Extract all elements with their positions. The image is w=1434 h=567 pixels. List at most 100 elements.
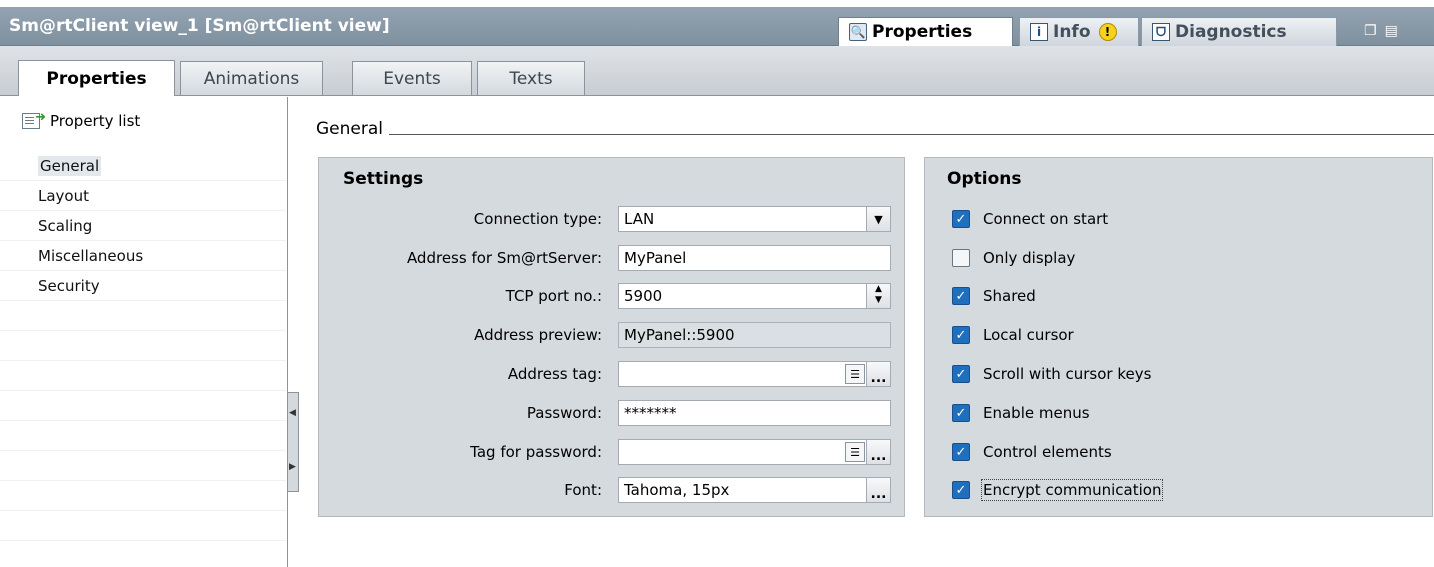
subtab-texts-label: Texts (509, 68, 553, 89)
nav-empty-row (0, 331, 286, 361)
checkbox-checked-icon[interactable]: ✓ (952, 287, 970, 305)
nav-item-miscellaneous[interactable]: Miscellaneous (0, 241, 286, 271)
checkbox-checked-icon[interactable]: ✓ (952, 443, 970, 461)
password-input[interactable]: ******* (618, 400, 891, 426)
nav-item-general[interactable]: General (0, 151, 286, 181)
section-title: General (316, 119, 383, 139)
checkbox-unchecked-icon[interactable] (952, 249, 970, 267)
section-header: General (316, 117, 1434, 139)
option-label: Only display (983, 249, 1076, 267)
subtab-texts[interactable]: Texts (477, 61, 585, 95)
inspector-titlebar: Sm@rtClient view_1 [Sm@rtClient view] 🔍 … (0, 7, 1434, 46)
font-field[interactable]: Tahoma, 15px ... (618, 477, 891, 503)
options-group: Options ✓ Connect on start Only display … (924, 157, 1433, 517)
tag-password-input[interactable]: ☰ ... (618, 439, 891, 465)
connection-type-label: Connection type: (473, 210, 602, 228)
subtab-events-label: Events (383, 68, 441, 89)
option-enable-menus[interactable]: ✓ Enable menus (952, 400, 1090, 426)
nav-item-label: Scaling (38, 216, 93, 235)
property-list-label: Property list (50, 112, 141, 130)
checkbox-checked-icon[interactable]: ✓ (952, 210, 970, 228)
address-tag-input[interactable]: ☰ ... (618, 361, 891, 387)
connection-type-select[interactable]: LAN ▼ (618, 206, 891, 232)
ellipsis-icon[interactable]: ... (866, 362, 890, 386)
checkbox-checked-icon[interactable]: ✓ (952, 404, 970, 422)
nav-empty-row (0, 391, 286, 421)
nav-empty-row (0, 421, 286, 451)
settings-group: Settings Connection type: LAN ▼ Address … (318, 157, 905, 517)
option-label: Encrypt communication (980, 479, 1164, 501)
panel-splitter[interactable] (287, 97, 299, 567)
tab-diagnostics[interactable]: ᗜ Diagnostics (1141, 17, 1337, 46)
nav-empty-row (0, 481, 286, 511)
window-title: Sm@rtClient view_1 [Sm@rtClient view] (9, 16, 390, 36)
tag-password-label: Tag for password: (470, 443, 602, 461)
tag-list-icon[interactable]: ☰ (845, 364, 865, 384)
subtab-properties[interactable]: Properties (18, 60, 175, 96)
ellipsis-icon[interactable]: ... (866, 478, 890, 502)
font-value: Tahoma, 15px (624, 481, 730, 499)
checkbox-checked-icon[interactable]: ✓ (952, 326, 970, 344)
address-preview-label: Address preview: (474, 326, 602, 344)
properties-icon: 🔍 (849, 23, 867, 41)
window-controls: ❐ ▤ (1364, 20, 1434, 42)
option-shared[interactable]: ✓ Shared (952, 283, 1036, 309)
password-label: Password: (526, 404, 602, 422)
option-label: Local cursor (983, 326, 1074, 344)
option-scroll-cursor-keys[interactable]: ✓ Scroll with cursor keys (952, 361, 1151, 387)
tab-diagnostics-label: Diagnostics (1175, 22, 1287, 42)
warning-icon: ! (1098, 23, 1117, 41)
property-list-panel: Property list General Layout Scaling Mis… (0, 97, 286, 567)
tab-properties[interactable]: 🔍 Properties (838, 17, 1013, 46)
font-label: Font: (564, 481, 602, 499)
checkbox-checked-icon[interactable]: ✓ (952, 481, 970, 499)
nav-empty-row (0, 451, 286, 481)
option-local-cursor[interactable]: ✓ Local cursor (952, 322, 1074, 348)
nav-item-security[interactable]: Security (0, 271, 286, 301)
nav-item-label: Security (38, 276, 100, 295)
tab-properties-label: Properties (872, 22, 973, 42)
address-tag-label: Address tag: (507, 365, 602, 383)
splitter-grip[interactable] (287, 392, 299, 492)
tcp-port-stepper[interactable]: 5900 ▲ ▼ (618, 283, 891, 309)
subtab-animations[interactable]: Animations (180, 61, 323, 95)
nav-item-label: Layout (38, 186, 89, 205)
float-window-icon[interactable]: ❐ (1364, 23, 1377, 39)
address-server-value: MyPanel (624, 249, 687, 267)
nav-empty-row (0, 511, 286, 541)
nav-empty-row (0, 361, 286, 391)
address-preview-value: MyPanel::5900 (624, 326, 735, 344)
address-server-input[interactable]: MyPanel (618, 245, 891, 271)
option-label: Scroll with cursor keys (983, 365, 1152, 383)
spinner-icon[interactable]: ▲ ▼ (866, 284, 890, 308)
option-encrypt-communication[interactable]: ✓ Encrypt communication (952, 477, 1164, 503)
expand-right-icon[interactable]: ▶ (289, 462, 297, 472)
tag-list-icon[interactable]: ☰ (845, 442, 865, 462)
property-list-header[interactable]: Property list (22, 110, 141, 130)
dropdown-arrow-icon[interactable]: ▼ (866, 207, 890, 231)
nav-item-scaling[interactable]: Scaling (0, 211, 286, 241)
ellipsis-icon[interactable]: ... (866, 440, 890, 464)
info-icon: i (1030, 23, 1048, 41)
option-label: Shared (983, 287, 1036, 305)
address-preview-field: MyPanel::5900 (618, 322, 891, 348)
subtab-animations-label: Animations (203, 68, 300, 89)
subtab-bar: Properties Animations Events Texts (0, 46, 1434, 96)
option-only-display[interactable]: Only display (952, 245, 1075, 271)
checkbox-checked-icon[interactable]: ✓ (952, 365, 970, 383)
tcp-port-label: TCP port no.: (505, 287, 602, 305)
address-server-label: Address for Sm@rtServer: (406, 249, 602, 267)
settings-title: Settings (343, 169, 424, 189)
option-connect-on-start[interactable]: ✓ Connect on start (952, 206, 1108, 232)
collapse-left-icon[interactable]: ◀ (289, 408, 297, 418)
nav-item-label: General (38, 155, 102, 176)
diagnostics-icon: ᗜ (1152, 23, 1170, 41)
tcp-port-value: 5900 (624, 287, 663, 305)
option-control-elements[interactable]: ✓ Control elements (952, 439, 1112, 465)
tab-info[interactable]: i Info ! (1019, 17, 1139, 46)
nav-item-label: Miscellaneous (38, 246, 144, 265)
section-divider (389, 134, 1434, 135)
subtab-events[interactable]: Events (352, 61, 472, 95)
window-menu-icon[interactable]: ▤ (1385, 23, 1398, 39)
nav-item-layout[interactable]: Layout (0, 181, 286, 211)
